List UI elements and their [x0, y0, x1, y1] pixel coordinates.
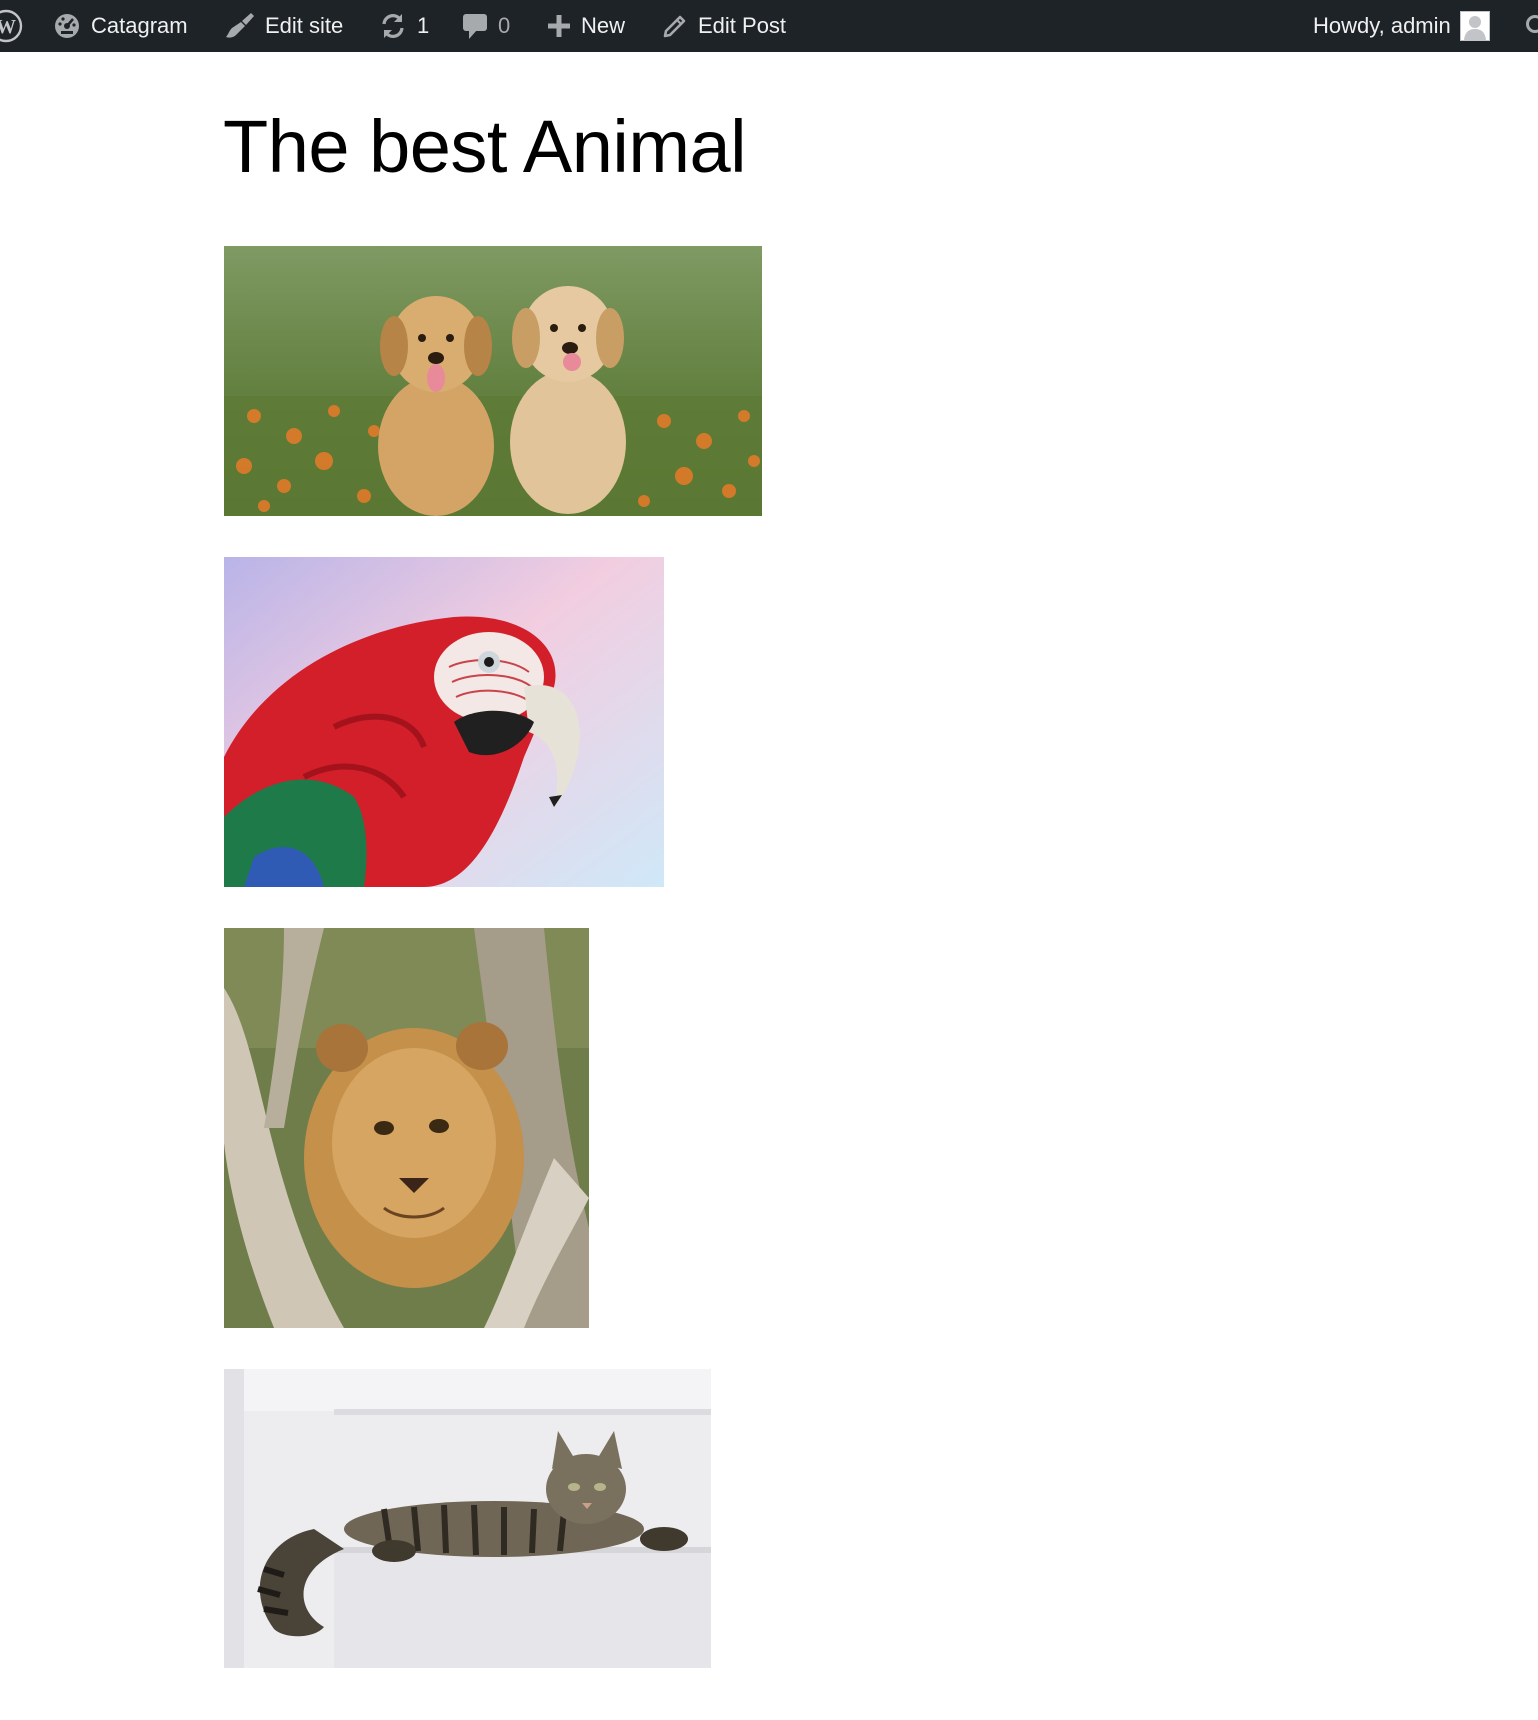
edit-site-link[interactable]: Edit site	[224, 0, 343, 52]
dashboard-icon	[52, 11, 82, 41]
edit-post-label: Edit Post	[698, 13, 787, 38]
new-label: New	[581, 13, 626, 38]
site-name-label: Catagram	[91, 13, 188, 38]
puppies-image	[224, 246, 762, 516]
plus-icon	[546, 13, 572, 39]
search-toggle[interactable]	[1524, 0, 1538, 52]
post-title: The best Animal	[223, 105, 747, 188]
parrot-image	[224, 557, 664, 887]
new-content-link[interactable]: New	[546, 0, 625, 52]
pencil-icon	[661, 12, 689, 40]
wordpress-logo-icon: W	[0, 8, 24, 44]
edit-post-link[interactable]: Edit Post	[661, 0, 786, 52]
admin-bar: W Catagram Edit site 1 0 New Edit Post H…	[0, 0, 1538, 52]
avatar	[1459, 11, 1490, 41]
wordpress-menu[interactable]: W	[0, 0, 24, 52]
updates-link[interactable]: 1	[378, 0, 429, 52]
cat-image	[224, 1369, 711, 1668]
brush-icon	[224, 11, 256, 41]
site-name-link[interactable]: Catagram	[52, 0, 188, 52]
my-account-menu[interactable]: Howdy, admin	[1313, 0, 1490, 52]
comment-icon	[461, 11, 489, 41]
lion-image	[224, 928, 589, 1328]
edit-site-label: Edit site	[265, 13, 344, 38]
updates-icon	[378, 11, 408, 41]
svg-text:W: W	[0, 16, 16, 38]
comments-count: 0	[498, 13, 511, 38]
search-icon	[1524, 13, 1538, 39]
howdy-label: Howdy, admin	[1313, 13, 1451, 38]
updates-count: 1	[417, 13, 430, 38]
comments-link[interactable]: 0	[461, 0, 510, 52]
